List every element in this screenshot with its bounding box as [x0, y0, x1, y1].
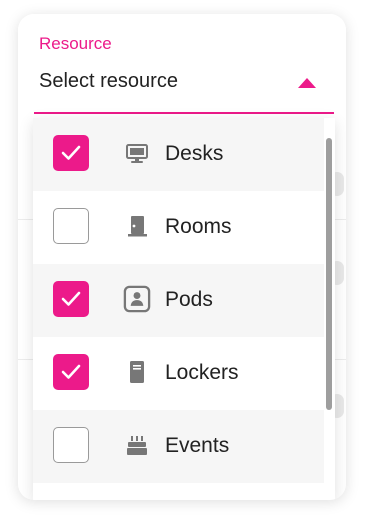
resource-select-card: Resource Select resource Desks Rooms Pod… — [18, 14, 346, 500]
checkbox-rooms[interactable] — [53, 208, 89, 244]
option-lockers[interactable]: Lockers — [33, 337, 324, 410]
resource-select-field[interactable]: Resource Select resource — [18, 14, 346, 114]
option-events[interactable]: Events — [33, 410, 324, 483]
option-label-rooms: Rooms — [165, 215, 232, 238]
pod-icon — [123, 285, 151, 313]
cake-icon — [127, 436, 147, 455]
checkbox-lockers[interactable] — [53, 354, 89, 390]
caret-up-icon[interactable] — [298, 78, 316, 88]
resource-field-label: Resource — [39, 34, 112, 53]
option-label-desks: Desks — [165, 142, 224, 165]
monitor-icon — [126, 144, 148, 163]
option-label-events: Events — [165, 434, 230, 457]
checkmark-icon — [61, 291, 81, 306]
door-icon — [128, 216, 147, 237]
checkbox-pods[interactable] — [53, 281, 89, 317]
option-label-pods: Pods — [165, 288, 213, 311]
checkmark-icon — [61, 145, 81, 160]
option-label-lockers: Lockers — [165, 361, 239, 384]
checkbox-desks[interactable] — [53, 135, 89, 171]
option-pods[interactable]: Pods — [33, 264, 324, 337]
resource-options-menu[interactable]: Desks Rooms Pods Lockers Events — [33, 118, 335, 500]
resource-select-placeholder[interactable]: Select resource — [39, 70, 178, 93]
menu-scrollbar[interactable] — [326, 138, 332, 410]
locker-icon — [130, 361, 144, 383]
checkmark-icon — [61, 364, 81, 379]
checkbox-events[interactable] — [53, 427, 89, 463]
option-rooms[interactable]: Rooms — [33, 191, 324, 264]
field-underline — [34, 112, 334, 114]
option-desks[interactable]: Desks — [33, 118, 324, 191]
